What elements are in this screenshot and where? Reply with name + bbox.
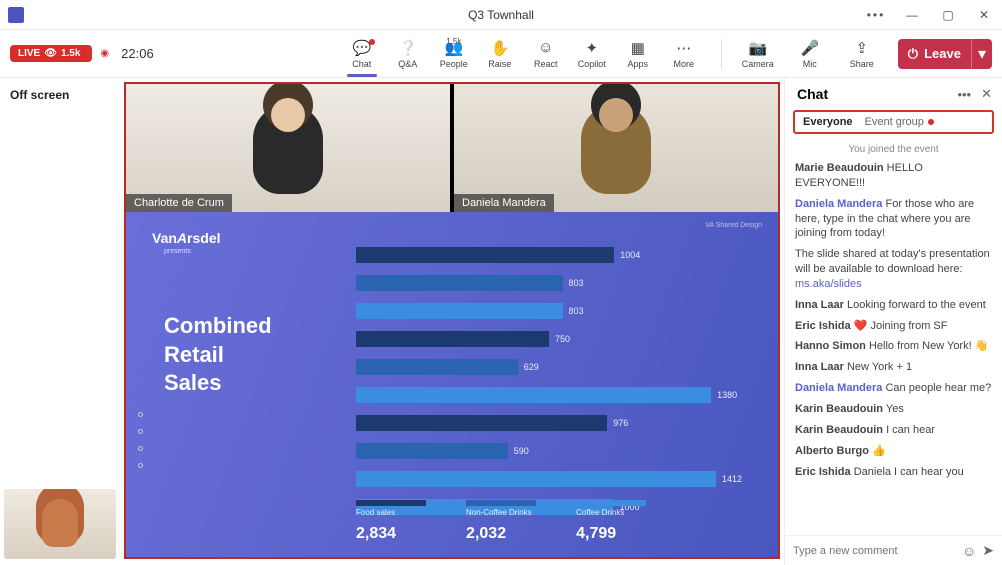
leave-dropdown[interactable]: ▾ — [971, 39, 992, 69]
chart-bars: 1004803803750629138097659014121000 — [356, 244, 742, 495]
chart-bar: 750 — [356, 328, 742, 350]
toolbar-divider — [721, 39, 722, 69]
shared-slide: VA Shared Design VanArsdel presents Comb… — [126, 212, 778, 557]
chat-body: You joined the event Marie Beaudouin HEL… — [785, 140, 1002, 535]
stage: Charlotte de Crum Daniela Mandera VA Sha… — [124, 82, 780, 559]
chat-close-icon[interactable]: ✕ — [981, 86, 992, 102]
chat-message: Inna Laar Looking forward to the event — [795, 298, 992, 313]
chart-bar: 1412 — [356, 468, 742, 490]
raise-icon: ✋ — [491, 39, 509, 57]
avatar-icon — [253, 104, 323, 194]
self-view[interactable] — [4, 489, 116, 559]
participant-name: Daniela Mandera — [454, 194, 554, 212]
tool-raise[interactable]: ✋Raise — [477, 39, 523, 69]
chat-panel: Chat ••• ✕ Everyone Event group You join… — [784, 78, 1002, 565]
hangup-icon: ⏻ — [908, 46, 918, 62]
avatar-icon — [581, 104, 651, 194]
tool-qa[interactable]: ❔Q&A — [385, 39, 431, 69]
chat-input[interactable] — [793, 545, 956, 557]
chat-message: Hanno Simon Hello from New York! 👋 — [795, 339, 992, 354]
chat-more-icon[interactable]: ••• — [957, 87, 971, 102]
chart-legend: Food sales Non-Coffee Drinks Coffee Drin… — [356, 500, 742, 517]
chat-message: The slide shared at today's presentation… — [795, 247, 992, 292]
live-viewers: 1.5k — [61, 48, 80, 59]
chat-message: Eric Ishida Daniela I can hear you — [795, 465, 992, 480]
chat-message: Daniela Mandera For those who are here, … — [795, 197, 992, 242]
camera-icon: 📷 — [748, 39, 767, 57]
send-icon[interactable]: ➤ — [982, 542, 994, 559]
chart-bar: 1380 — [356, 384, 742, 406]
react-icon: ☺ — [537, 39, 555, 57]
chat-compose: ☺ ➤ — [785, 535, 1002, 565]
copilot-icon: ✦ — [583, 39, 601, 57]
chart-bar: 590 — [356, 440, 742, 462]
joined-notice: You joined the event — [795, 144, 992, 155]
titlebar: Q3 Townhall ••• — ▢ ✕ — [0, 0, 1002, 30]
slide-heading: Combined Retail Sales — [164, 312, 272, 398]
tool-more[interactable]: ⋯More — [661, 39, 707, 69]
chart-bar: 976 — [356, 412, 742, 434]
chart-bar: 803 — [356, 272, 742, 294]
chart-totals: 2,834 2,032 4,799 — [356, 525, 742, 543]
chart-bar: 1004 — [356, 244, 742, 266]
chat-message: Alberto Burgo 👍 — [795, 444, 992, 459]
participant-video[interactable]: Charlotte de Crum — [126, 84, 450, 212]
window-maximize-icon[interactable]: ▢ — [930, 0, 966, 30]
camera-button[interactable]: 📷Camera — [736, 39, 780, 69]
leave-button[interactable]: ⏻Leave ▾ — [898, 39, 992, 69]
chat-message: Karin Beaudouin I can hear — [795, 423, 992, 438]
chart-bar: 629 — [356, 356, 742, 378]
tab-everyone[interactable]: Everyone — [803, 116, 853, 128]
share-button[interactable]: ⇪Share — [840, 39, 884, 69]
timer: 22:06 — [121, 46, 154, 61]
chat-title: Chat — [797, 86, 951, 102]
tool-copilot[interactable]: ✦Copilot — [569, 39, 615, 69]
chat-tabs: Everyone Event group — [793, 110, 994, 134]
window-minimize-icon[interactable]: — — [894, 0, 930, 30]
chat-message: Inna Laar New York + 1 — [795, 360, 992, 375]
tab-event-group[interactable]: Event group — [865, 116, 924, 128]
chat-message: Karin Beaudouin Yes — [795, 402, 992, 417]
qa-icon: ❔ — [399, 39, 417, 57]
chat-message: Eric Ishida ❤️ Joining from SF — [795, 319, 992, 334]
slide-corner: VA Shared Design — [705, 222, 762, 229]
participant-video[interactable]: Daniela Mandera — [454, 84, 778, 212]
chat-message: Daniela Mandera Can people hear me? — [795, 381, 992, 396]
live-badge: LIVE 👁 1.5k — [10, 45, 92, 62]
teams-logo-icon — [8, 7, 24, 23]
mic-off-icon: 🎤 — [800, 39, 819, 57]
chart-bar: 803 — [356, 300, 742, 322]
eye-icon: 👁 — [44, 48, 57, 59]
tool-apps[interactable]: ▦Apps — [615, 39, 661, 69]
tool-people[interactable]: 👥1.5kPeople — [431, 39, 477, 69]
participant-name: Charlotte de Crum — [126, 194, 232, 212]
apps-icon: ▦ — [629, 39, 647, 57]
share-icon: ⇪ — [856, 39, 869, 57]
slide-pager — [138, 412, 143, 468]
emoji-icon[interactable]: ☺ — [962, 543, 976, 559]
tool-group: 💬Chat❔Q&A👥1.5kPeople✋Raise☺React✦Copilot… — [339, 39, 707, 69]
window-close-icon[interactable]: ✕ — [966, 0, 1002, 30]
toolbar: LIVE 👁 1.5k ◉ 22:06 💬Chat❔Q&A👥1.5kPeople… — [0, 30, 1002, 78]
live-label: LIVE — [18, 48, 40, 59]
mic-button[interactable]: 🎤Mic — [788, 39, 832, 69]
window-more-icon[interactable]: ••• — [858, 0, 894, 30]
record-icon: ◉ — [100, 48, 109, 59]
tool-react[interactable]: ☺React — [523, 39, 569, 69]
more-icon: ⋯ — [675, 39, 693, 57]
tool-chat[interactable]: 💬Chat — [339, 39, 385, 69]
chat-message: Marie Beaudouin HELLO EVERYONE!!! — [795, 161, 992, 191]
window-title: Q3 Townhall — [468, 8, 534, 22]
